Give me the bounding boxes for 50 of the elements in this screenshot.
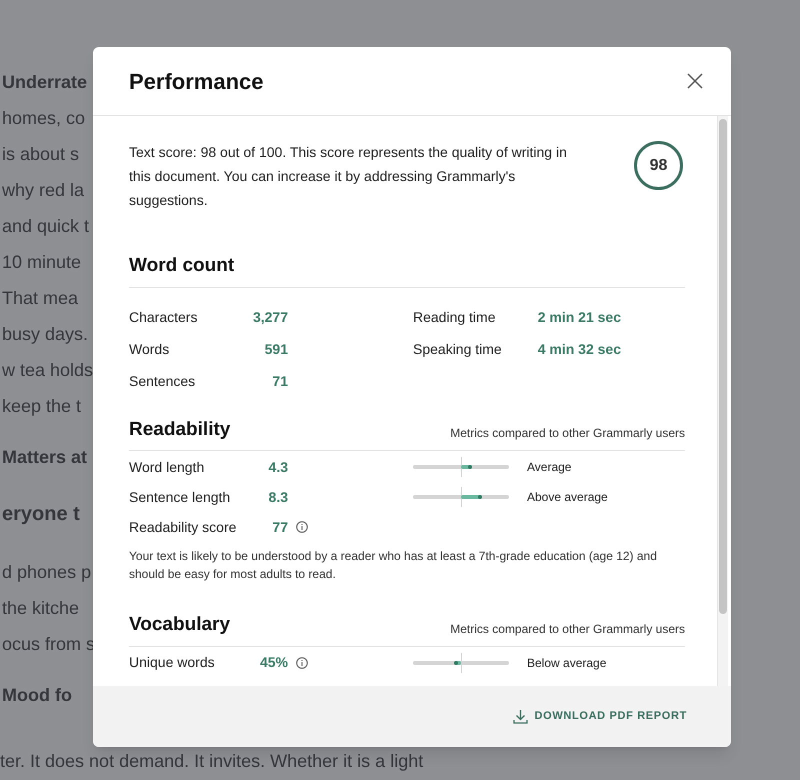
metric-label: Sentence length	[129, 488, 232, 507]
metric-label: Unique words	[129, 653, 216, 672]
document-text: is about s	[2, 143, 80, 166]
document-text: 10 minute	[2, 251, 82, 274]
metric-rating: Average	[527, 459, 572, 476]
stat-label: Words	[129, 340, 170, 359]
metric-rating: Below average	[527, 654, 606, 672]
document-text: why red la	[2, 179, 84, 202]
document-text: the kitche	[2, 597, 80, 620]
stat-label: Sentences	[129, 372, 196, 391]
section-note: Metrics compared to other Grammarly users	[450, 620, 685, 638]
document-text: eryone t	[2, 502, 80, 527]
document-text: ter. It does not demand. It invites. Whether it is a light	[0, 750, 424, 773]
document-text: That mea	[2, 287, 78, 310]
metric-label: Readability score	[129, 518, 238, 537]
scrollbar[interactable]	[717, 116, 728, 686]
info-icon[interactable]	[296, 521, 308, 533]
metric-value: 77	[271, 518, 288, 536]
document-text: busy days.	[2, 323, 88, 346]
document-text: w tea holds	[2, 359, 94, 382]
info-icon[interactable]	[296, 656, 308, 668]
metric-value: 4.3	[268, 458, 288, 476]
metric-rating: Above average	[527, 489, 608, 506]
stat-value: 2 min 21 sec	[536, 308, 621, 327]
section-title: Readability	[129, 418, 230, 442]
document-text: Underrate	[2, 71, 88, 94]
metric-label: Word length	[129, 458, 206, 477]
document-text: d phones p	[2, 561, 92, 584]
document-text: and quick t	[2, 215, 90, 238]
document-text: Matters at	[2, 446, 88, 469]
stat-label: Reading time	[413, 308, 496, 327]
download-icon	[512, 709, 528, 724]
stat-label: Speaking time	[413, 340, 503, 359]
stat-value: 4 min 32 sec	[536, 340, 621, 359]
section-title: Word count	[129, 254, 234, 278]
metric-value: 45%	[258, 653, 288, 672]
stat-value: 3,277	[252, 308, 288, 327]
download-pdf-button[interactable]: DOWNLOAD PDF REPORT	[512, 708, 687, 725]
score-description: Text score: 98 out of 100. This score represents the quality of writing in this document. You can increase it by addressing Grammarly's suggestions.	[129, 143, 568, 210]
stat-label: Characters	[129, 308, 198, 327]
section-note: Metrics compared to other Grammarly users	[450, 425, 685, 442]
document-text: Mood fo	[2, 684, 72, 707]
stat-value: 591	[264, 340, 288, 359]
document-text: homes, co	[2, 107, 86, 130]
dialog-title: Performance	[129, 68, 264, 96]
section-title: Vocabulary	[129, 613, 230, 637]
metric-value: 8.3	[268, 488, 288, 506]
stat-value: 71	[271, 372, 288, 391]
document-text: keep the t	[2, 395, 82, 418]
readability-description: Your text is likely to be understood by a reader who has at least a 7th-grade education (age 12) and should be easy for most adults to read.	[129, 548, 658, 583]
